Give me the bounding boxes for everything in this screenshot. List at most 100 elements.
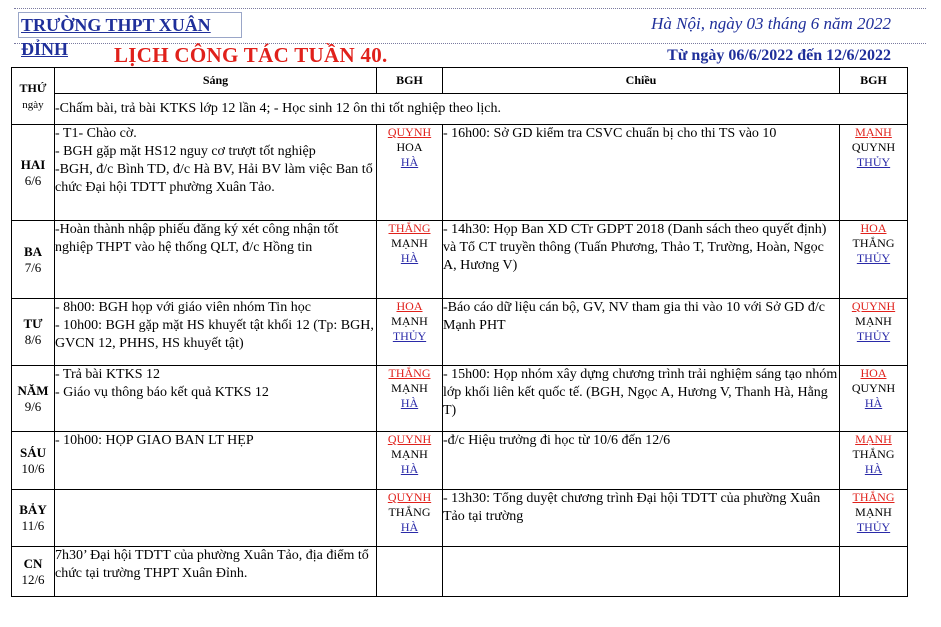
task-line: -đ/c Hiệu trưởng đi học từ 10/6 đến 12/6 [443,433,671,448]
morning-cell: - 8h00: BGH họp với giáo viên nhóm Tin h… [54,298,377,366]
task-line: - 8h00: BGH họp với giáo viên nhóm Tin h… [55,300,311,315]
duty-person[interactable]: THỦY [840,155,907,170]
duty-person: QUYNH [851,381,896,395]
duty-person[interactable]: THẮNG [840,490,907,505]
duty-person: MẠNH [391,381,428,395]
bgh-morning-cell [376,546,443,597]
school-name: TRƯỜNG THPT XUÂN ĐỈNH [18,12,242,59]
day-row: HAI 6/6- T1- Chào cờ. - BGH gặp mặt HS12 n… [11,124,908,221]
day-date: 11/6 [21,518,45,533]
day-date: 9/6 [24,398,42,414]
afternoon-cell: - 15h00: Họp nhóm xây dựng chương trình … [442,365,840,432]
day-header-bottom: ngày [22,98,44,111]
schedule-table: THỨ ngày Sáng BGH Chiều BGH -Chấm bài, t… [11,67,908,597]
day-name: SÁU [19,444,46,460]
task-line: - Trả bài KTKS 12 [55,367,161,382]
task-line: - 13h30: Tổng duyệt chương trình Đại hội… [443,491,821,524]
task-line: 7h30’ Đại hội TDTT của phường Xuân Tảo, … [55,548,369,581]
week-note: -Chấm bài, trả bài KTKS lớp 12 lần 4; - … [54,93,908,125]
bgh-morning-cell: QUYNH HOA HÀ [376,124,443,221]
bgh-afternoon-cell: THẮNG MẠNH THỦY [839,489,908,547]
task-line: - T1- Chào cờ. [55,126,137,141]
duty-person: QUYNH [851,140,896,154]
duty-person[interactable]: THỦY [840,329,907,344]
task-line: -BGH, đ/c Bình TD, đ/c Hà BV, Hải BV làm… [55,162,373,195]
day-name: HAI [20,156,46,172]
task-line: - BGH gặp mặt HS12 nguy cơ trượt tốt ngh… [55,144,316,159]
day-row: NĂM 9/6 - Trả bài KTKS 12 - Giáo vụ thông… [11,365,908,432]
day-name: TƯ [23,316,43,331]
duty-person[interactable]: THỦY [840,520,907,535]
day-row: BA 7/6 -Hoàn thành nhập phiếu đăng ký xét … [11,220,908,299]
day-date: 8/6 [24,332,42,347]
duty-person[interactable]: THỦY [377,329,442,344]
duty-person[interactable]: HÀ [377,462,442,477]
duty-person: MẠNH [391,236,428,250]
afternoon-cell: - 13h30: Tổng duyệt chương trình Đại hội… [442,489,840,547]
duty-person: THẮNG [852,447,895,461]
week-note-row: -Chấm bài, trả bài KTKS lớp 12 lần 4; - … [12,93,908,125]
task-line: - 10h00: HỌP GIAO BAN LT HẸP [55,433,254,448]
day-cell: NĂM 9/6 [11,365,55,432]
bgh-morning-column-header: BGH [376,67,443,94]
duty-person[interactable]: HÀ [377,396,442,411]
day-row: SÁU 10/6 - 10h00: HỌP GIAO BAN LT HẸP QUYN… [11,431,908,490]
morning-cell: 7h30’ Đại hội TDTT của phường Xuân Tảo, … [54,546,377,597]
morning-cell: - Trả bài KTKS 12 - Giáo vụ thông báo kế… [54,365,377,432]
day-name: NĂM [17,382,49,398]
dateline: Hà Nội, ngày 03 tháng 6 năm 2022 [651,14,891,33]
bgh-afternoon-cell: MẠNH THẮNG HÀ [839,431,908,490]
afternoon-cell: - 16h00: Sở GD kiểm tra CSVC chuẩn bị ch… [442,124,840,221]
duty-person[interactable]: THẮNG [377,366,442,381]
bgh-afternoon-column-header: BGH [839,67,908,94]
duty-person[interactable]: HOA [377,299,442,314]
bgh-morning-cell: QUYNH MẠNH HÀ [376,431,443,490]
task-line: - 15h00: Họp nhóm xây dựng chương trình … [443,367,838,418]
duty-person[interactable]: HÀ [377,251,442,266]
duty-person[interactable]: HÀ [377,520,442,535]
task-line: - 16h00: Sở GD kiểm tra CSVC chuẩn bị ch… [443,126,777,141]
day-column-header: THỨ ngày [11,67,55,125]
duty-person[interactable]: QUYNH [377,432,442,447]
duty-person[interactable]: HÀ [840,462,907,477]
day-cell: BẢY 11/6 [11,489,55,547]
duty-person[interactable]: THẮNG [377,221,442,236]
duty-person[interactable]: QUYNH [377,125,442,140]
morning-cell: -Hoàn thành nhập phiếu đăng ký xét công … [54,220,377,299]
day-date: 12/6 [21,571,45,587]
duty-person: THẮNG [852,236,895,250]
duty-person[interactable]: QUYNH [377,490,442,505]
day-cell: BA 7/6 [11,220,55,299]
duty-person[interactable]: MẠNH [840,432,907,447]
day-header-top: THỨ [19,80,47,95]
afternoon-cell: -đ/c Hiệu trưởng đi học từ 10/6 đến 12/6 [442,431,840,490]
duty-person[interactable]: MẠNH [840,125,907,140]
bgh-morning-cell: HOA MẠNH THỦY [376,298,443,366]
day-name: CN [23,555,43,571]
morning-column-header: Sáng [54,67,377,94]
day-row: TƯ 8/6 - 8h00: BGH họp với giáo viên nhóm… [11,298,908,366]
duty-person: MẠNH [391,447,428,461]
header-row: THỨ ngày Sáng BGH Chiều BGH [11,67,908,125]
day-date: 6/6 [24,172,42,188]
day-rows: HAI 6/6- T1- Chào cờ. - BGH gặp mặt HS12 n… [11,124,908,597]
task-line: -Hoàn thành nhập phiếu đăng ký xét công … [55,222,339,255]
duty-person[interactable]: HÀ [840,396,907,411]
task-line: - 10h00: BGH gặp mặt HS khuyết tật khối … [55,318,374,351]
bgh-afternoon-cell: QUYNH MẠNH THỦY [839,298,908,366]
day-row: CN 12/6 7h30’ Đại hội TDTT của phường Xuân… [11,546,908,597]
bgh-afternoon-cell [839,546,908,597]
duty-person[interactable]: HOA [840,221,907,236]
duty-person: MẠNH [391,314,428,328]
day-name: BA [23,243,43,259]
duty-person: HOA [396,140,423,154]
duty-person[interactable]: THỦY [840,251,907,266]
task-line: - Giáo vụ thông báo kết quả KTKS 12 [55,385,269,400]
day-date: 7/6 [24,259,42,275]
duty-person[interactable]: HÀ [377,155,442,170]
day-cell: HAI 6/6 [11,124,55,221]
morning-cell [54,489,377,547]
duty-person[interactable]: QUYNH [840,299,907,314]
duty-person: MẠNH [855,505,892,519]
duty-person[interactable]: HOA [840,366,907,381]
